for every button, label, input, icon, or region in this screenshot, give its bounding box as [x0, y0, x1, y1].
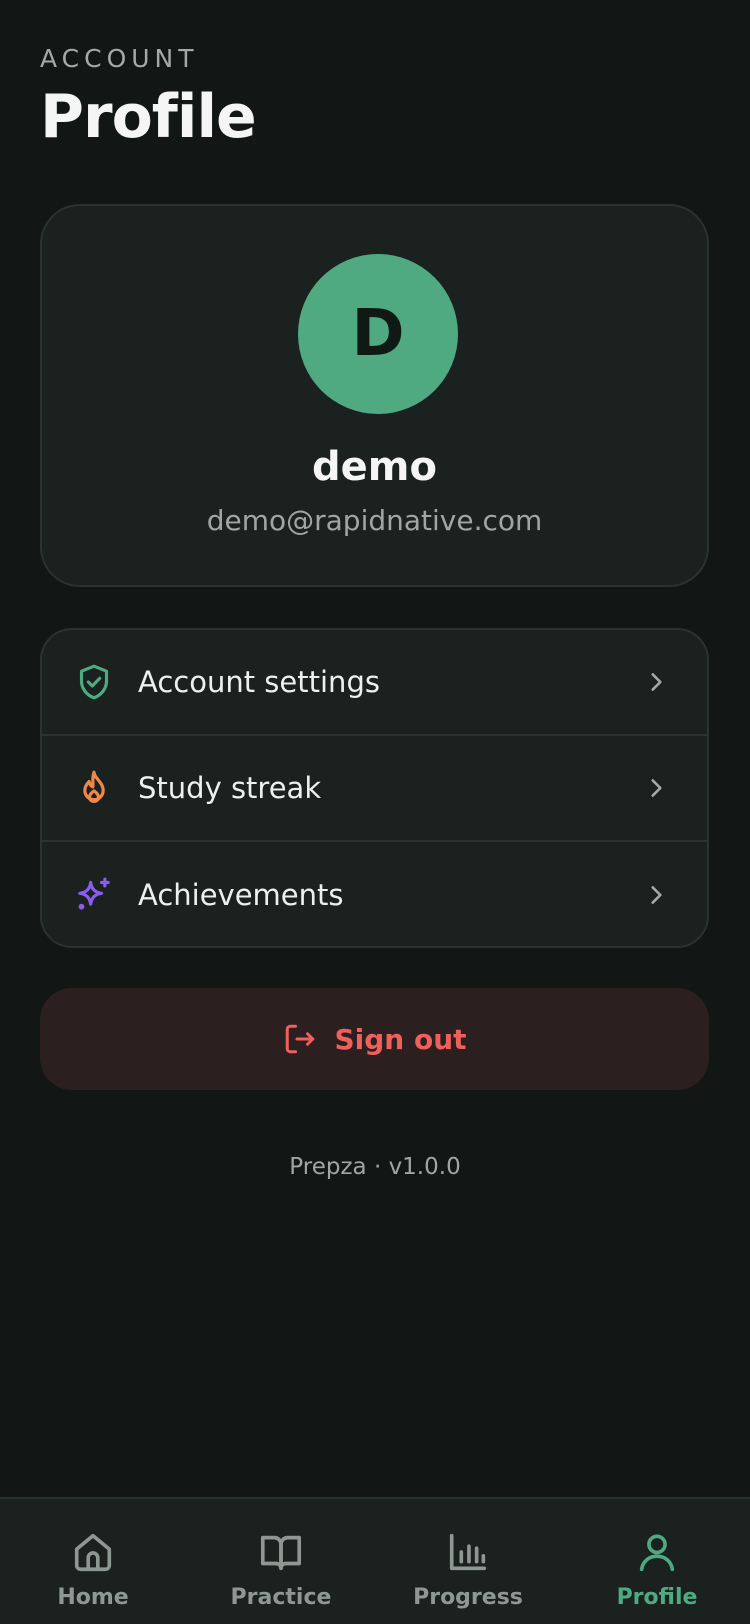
- tab-home[interactable]: Home: [13, 1529, 173, 1624]
- chevron-right-icon: [651, 886, 662, 904]
- menu-item-account-settings[interactable]: Account settings: [42, 630, 707, 736]
- home-icon: [74, 1533, 112, 1572]
- book-open-icon: [260, 1535, 302, 1571]
- page-title: Profile: [40, 82, 257, 152]
- sign-out-button[interactable]: Sign out: [40, 988, 709, 1090]
- chevron-right-icon: [651, 673, 662, 691]
- profile-name: demo: [312, 444, 437, 490]
- profile-screen: ACCOUNT Profile D demo demo@rapidnative.…: [0, 0, 750, 1624]
- flame-icon: [83, 770, 105, 803]
- tab-label: Profile: [616, 1585, 698, 1610]
- user-icon: [639, 1534, 675, 1572]
- tab-profile[interactable]: Profile: [577, 1529, 737, 1624]
- log-out-icon: [286, 1024, 315, 1054]
- tab-label: Progress: [413, 1585, 523, 1610]
- menu-item-label: Achievements: [138, 878, 344, 912]
- profile-email: demo@rapidnative.com: [206, 504, 543, 537]
- tab-practice[interactable]: Practice: [201, 1529, 361, 1624]
- tab-label: Practice: [230, 1585, 332, 1610]
- chevron-right-icon: [651, 779, 662, 797]
- sign-out-label: Sign out: [334, 1022, 467, 1056]
- menu-item-label: Account settings: [138, 665, 380, 699]
- tab-label: Home: [57, 1585, 129, 1610]
- menu-item-achievements[interactable]: Achievements: [42, 842, 707, 946]
- section-eyebrow: ACCOUNT: [40, 44, 199, 73]
- tab-progress[interactable]: Progress: [388, 1529, 548, 1624]
- menu-item-label: Study streak: [138, 771, 322, 805]
- app-version: Prepza · v1.0.0: [289, 1154, 461, 1180]
- bottom-tab-bar: Home Practice Progress Profile: [0, 1497, 750, 1624]
- sparkles-icon: [78, 877, 110, 910]
- shield-check-icon: [79, 664, 109, 700]
- profile-menu: Account settings Study streak Achievemen…: [40, 628, 709, 948]
- profile-card: D demo demo@rapidnative.com: [40, 204, 709, 587]
- bar-chart-icon: [449, 1533, 487, 1571]
- menu-item-study-streak[interactable]: Study streak: [42, 736, 707, 842]
- avatar: D: [298, 254, 458, 414]
